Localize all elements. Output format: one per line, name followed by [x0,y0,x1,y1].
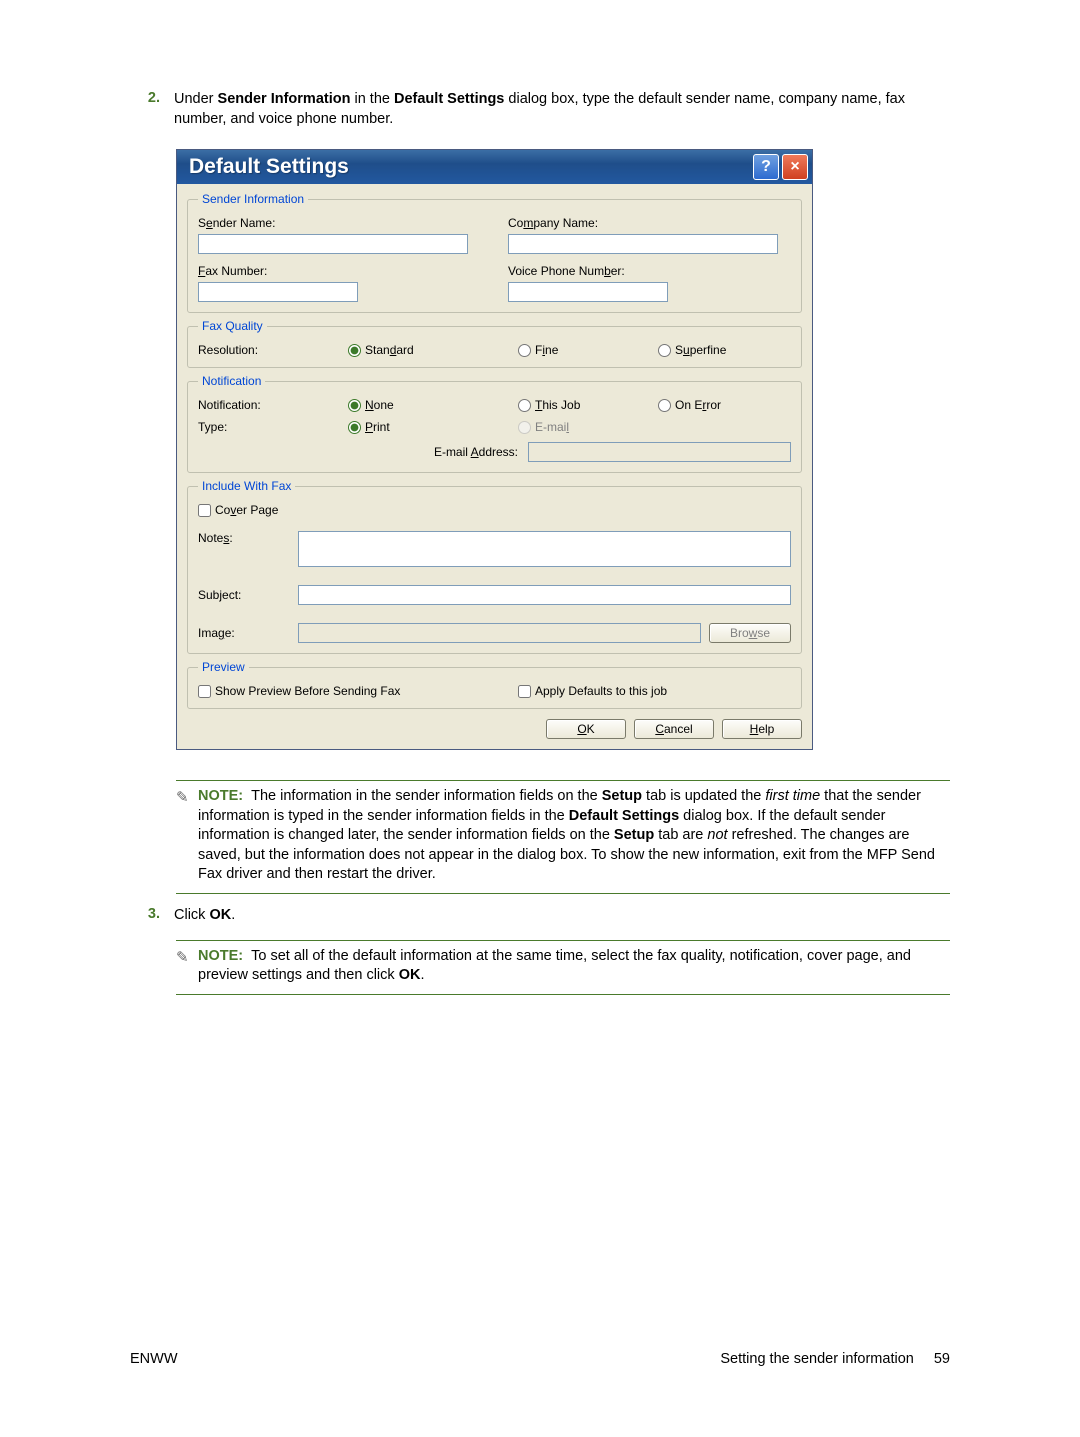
radio-this-job[interactable] [518,399,531,412]
help-icon[interactable]: ? [753,154,779,180]
step-3-number: 3. [130,906,174,926]
checkbox-apply-defaults[interactable] [518,685,531,698]
step-2-text: Under Sender Information in the Default … [174,90,950,129]
label-standard: Standard [365,343,414,357]
ok-button[interactable]: OK [546,719,626,739]
legend-include-with-fax: Include With Fax [198,479,295,493]
label-company-name: Company Name: [508,216,598,230]
label-fine: Fine [535,343,558,357]
checkbox-cover-page[interactable] [198,504,211,517]
radio-email [518,421,531,434]
group-include-with-fax: Include With Fax Cover Page Notes: Subje… [187,479,802,654]
notes-input[interactable] [298,531,791,567]
note-icon: ✎ [176,947,194,968]
label-voice-phone: Voice Phone Number: [508,264,625,278]
legend-sender-information: Sender Information [198,192,308,206]
note-icon: ✎ [176,787,194,808]
page: 2. Under Sender Information in the Defau… [0,0,1080,1437]
cancel-button[interactable]: Cancel [634,719,714,739]
page-number: 59 [934,1351,950,1367]
group-sender-information: Sender Information Sender Name: Company … [187,192,802,313]
label-superfine: Superfine [675,343,726,357]
sender-name-input[interactable] [198,234,468,254]
legend-fax-quality: Fax Quality [198,319,267,333]
label-cover-page: Cover Page [215,503,278,517]
label-resolution: Resolution: [198,343,258,357]
radio-none[interactable] [348,399,361,412]
label-notification: Notification: [198,398,261,412]
fax-number-input[interactable] [198,282,358,302]
checkbox-show-preview[interactable] [198,685,211,698]
footer-left: ENWW [130,1351,178,1367]
label-on-error: On Error [675,398,721,412]
radio-superfine[interactable] [658,344,671,357]
page-footer: ENWW Setting the sender information 59 [130,1351,950,1367]
note-1-text: NOTE:The information in the sender infor… [198,787,950,885]
dialog-wrap: Default Settings ? × Sender Information … [176,149,950,750]
email-address-input [528,442,791,462]
step-2: 2. Under Sender Information in the Defau… [130,90,950,129]
help-button[interactable]: Help [722,719,802,739]
label-email-address: E-mail Address: [434,445,518,459]
dialog-body: Sender Information Sender Name: Company … [177,184,812,749]
group-notification: Notification Notification: None This Job… [187,374,802,473]
default-settings-dialog: Default Settings ? × Sender Information … [176,149,813,750]
label-type: Type: [198,420,227,434]
dialog-title: Default Settings [189,155,750,179]
label-this-job: This Job [535,398,580,412]
voice-phone-input[interactable] [508,282,668,302]
label-print: Print [365,420,390,434]
label-email: E-mail [535,420,569,434]
label-show-preview: Show Preview Before Sending Fax [215,684,400,698]
group-preview: Preview Show Preview Before Sending Fax … [187,660,802,709]
group-fax-quality: Fax Quality Resolution: Standard Fine Su… [187,319,802,368]
note-2: ✎ NOTE:To set all of the default informa… [176,940,950,995]
label-notes: Notes: [198,531,233,545]
legend-preview: Preview [198,660,249,674]
close-icon[interactable]: × [782,154,808,180]
label-image: Image: [198,626,235,640]
label-sender-name: Sender Name: [198,216,275,230]
radio-standard[interactable] [348,344,361,357]
radio-print[interactable] [348,421,361,434]
company-name-input[interactable] [508,234,778,254]
step-2-number: 2. [130,90,174,129]
label-subject: Subject: [198,588,241,602]
subject-input[interactable] [298,585,791,605]
dialog-button-row: OK Cancel Help [187,715,802,739]
label-none: None [365,398,394,412]
radio-fine[interactable] [518,344,531,357]
note-1: ✎ NOTE:The information in the sender inf… [176,780,950,894]
legend-notification: Notification [198,374,265,388]
browse-button: Browse [709,623,791,643]
step-3: 3. Click OK. [130,906,950,926]
label-fax-number: Fax Number: [198,264,267,278]
step-3-text: Click OK. [174,906,950,926]
label-apply-defaults: Apply Defaults to this job [535,684,667,698]
image-input [298,623,701,643]
radio-on-error[interactable] [658,399,671,412]
titlebar: Default Settings ? × [177,150,812,184]
note-2-text: NOTE:To set all of the default informati… [198,947,950,986]
footer-right: Setting the sender information 59 [720,1351,950,1367]
